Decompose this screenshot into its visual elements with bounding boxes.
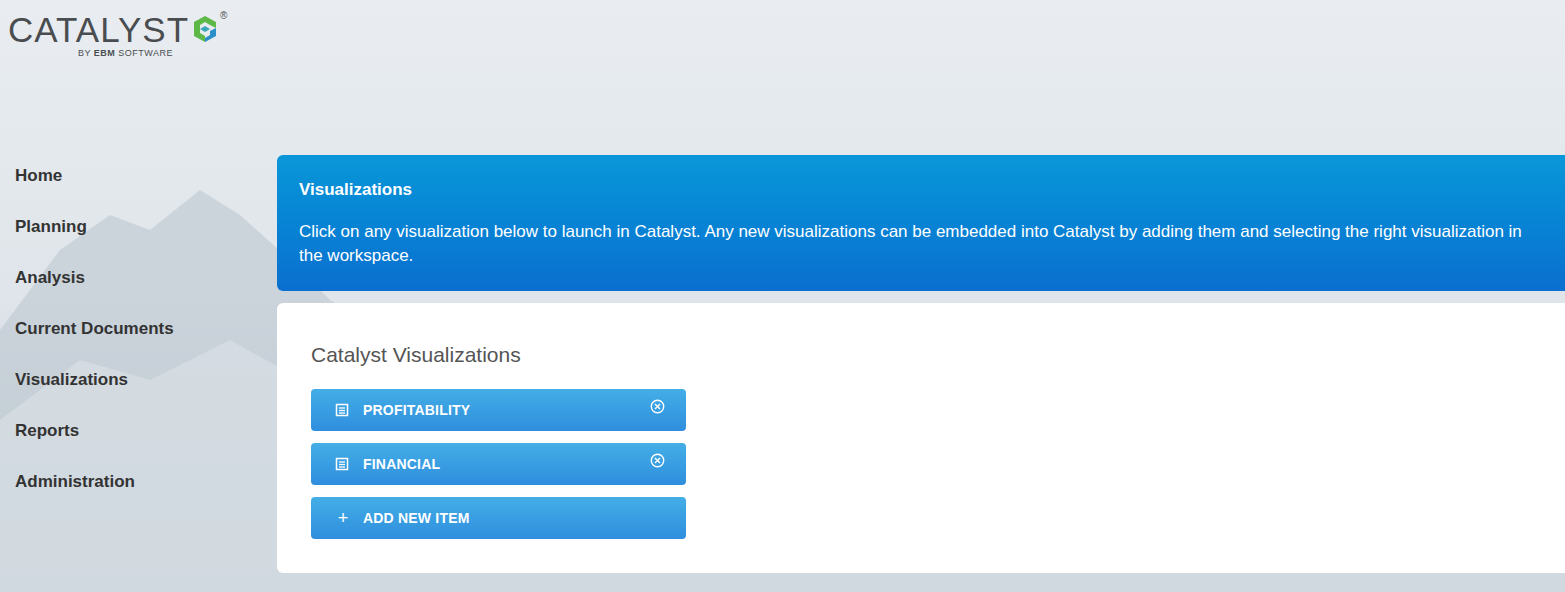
plus-icon: +: [335, 509, 351, 527]
sidebar-item[interactable]: Planning: [15, 201, 277, 252]
sidebar: HomePlanningAnalysisCurrent DocumentsVis…: [0, 150, 277, 592]
banner: Visualizations Click on any visualization…: [277, 155, 1565, 291]
visualization-item[interactable]: FINANCIAL: [311, 443, 686, 485]
banner-text: Click on any visualization below to laun…: [299, 220, 1543, 268]
logo-wordmark: CATALYST ®: [8, 12, 227, 48]
logo-icon: [190, 14, 220, 44]
sidebar-item[interactable]: Reports: [15, 405, 277, 456]
panel-title: Catalyst Visualizations: [311, 341, 1531, 369]
add-item-button[interactable]: + ADD NEW ITEM: [311, 497, 686, 539]
close-icon[interactable]: [650, 453, 665, 468]
main: Visualizations Click on any visualization…: [277, 150, 1565, 592]
tagline-part: SOFTWARE: [115, 48, 173, 58]
close-icon[interactable]: [650, 399, 665, 414]
sidebar-item[interactable]: Administration: [15, 456, 277, 507]
header: CATALYST ® BY EBM SOFTWARE: [0, 0, 1565, 150]
content-row: HomePlanningAnalysisCurrent DocumentsVis…: [0, 150, 1565, 592]
logo-tagline: BY EBM SOFTWARE: [8, 48, 173, 59]
document-icon: [335, 403, 349, 417]
sidebar-item[interactable]: Visualizations: [15, 354, 277, 405]
tagline-part: BY: [78, 48, 94, 58]
visualization-item[interactable]: PROFITABILITY: [311, 389, 686, 431]
tagline-part: EBM: [94, 48, 116, 58]
item-label: PROFITABILITY: [363, 401, 650, 419]
visualizations-panel: Catalyst Visualizations PROFITABILITY FINA…: [277, 303, 1565, 573]
banner-title: Visualizations: [299, 179, 1543, 201]
logo-name: CATALYST: [8, 12, 189, 48]
item-label: ADD NEW ITEM: [363, 509, 662, 527]
visualization-list: PROFITABILITY FINANCIAL + ADD NEW ITEM: [311, 389, 686, 539]
document-icon: [335, 457, 349, 471]
sidebar-item[interactable]: Home: [15, 150, 277, 201]
logo[interactable]: CATALYST ® BY EBM SOFTWARE: [8, 12, 227, 59]
sidebar-item[interactable]: Analysis: [15, 252, 277, 303]
registered-mark: ®: [220, 11, 227, 21]
item-label: FINANCIAL: [363, 455, 650, 473]
sidebar-item[interactable]: Current Documents: [15, 303, 277, 354]
